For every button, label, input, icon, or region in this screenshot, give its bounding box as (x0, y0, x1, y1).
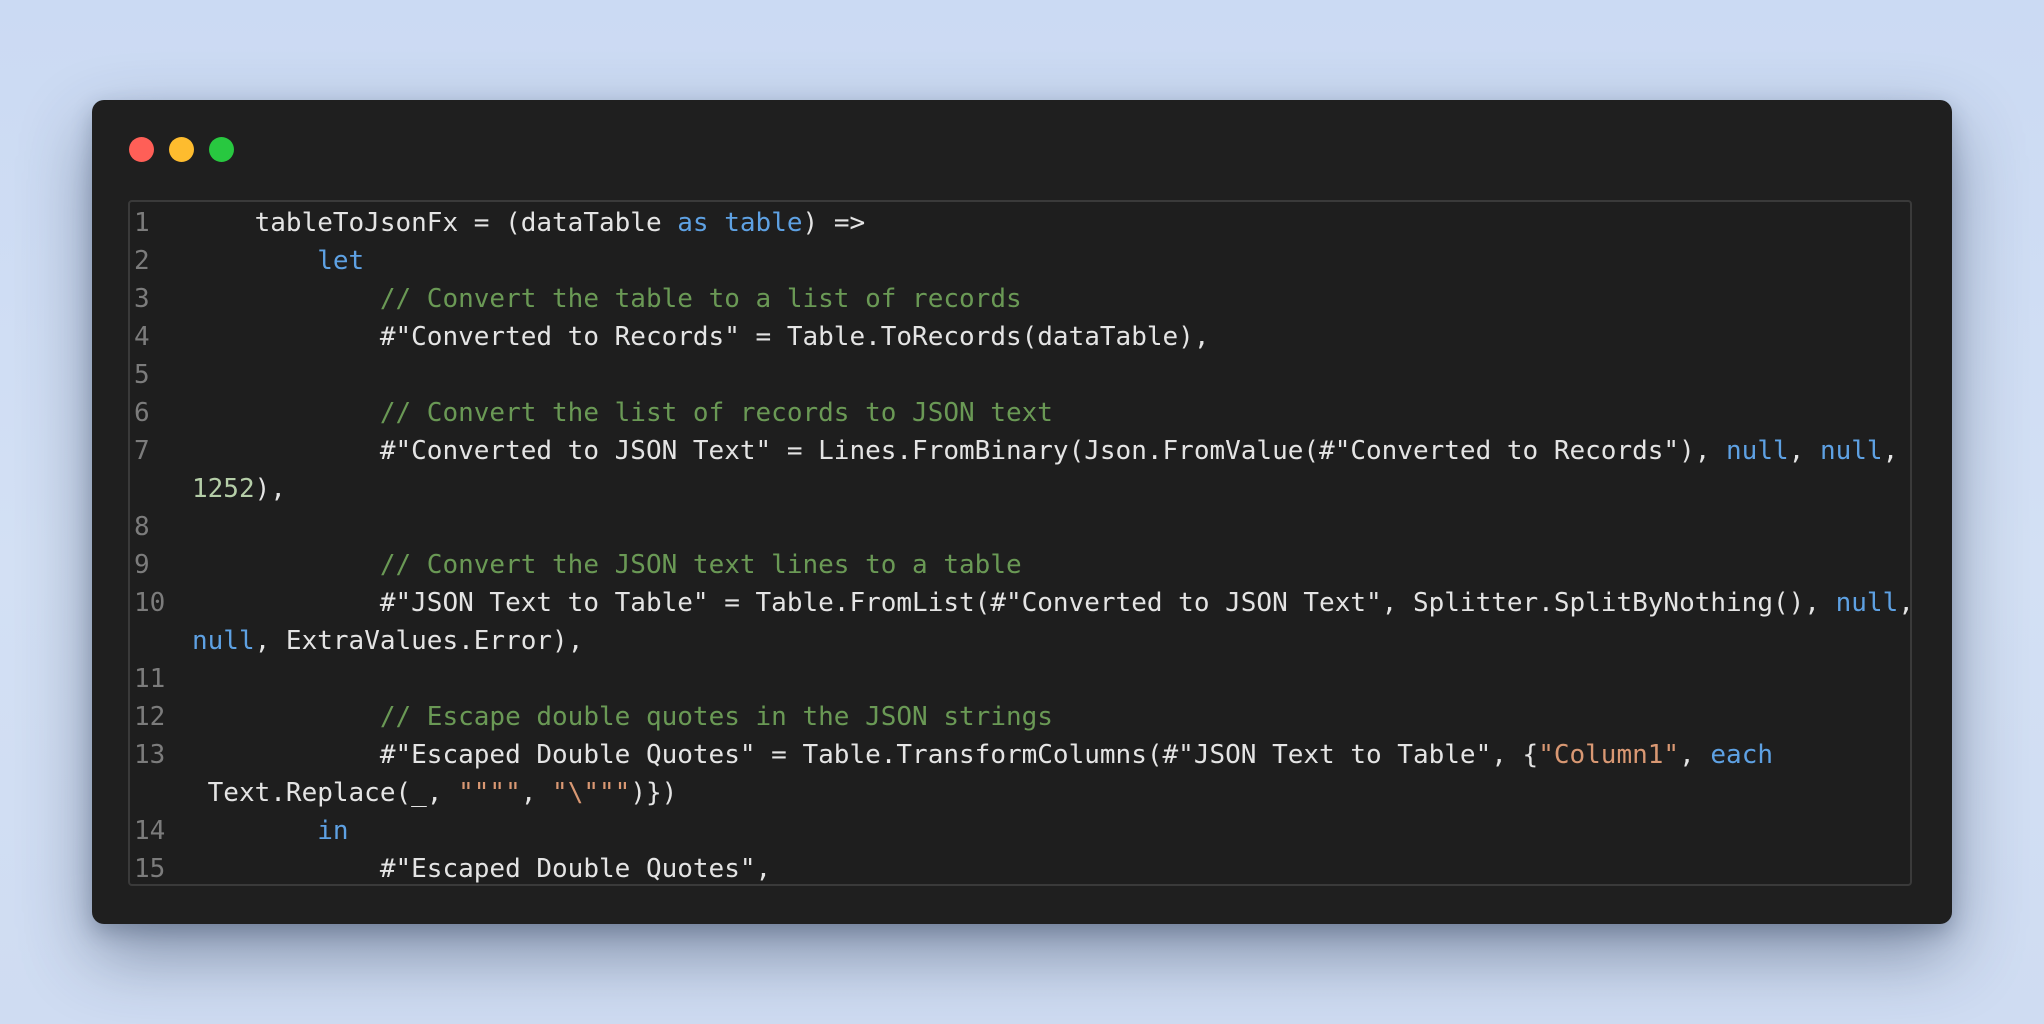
code-token: ), (254, 474, 286, 504)
code-token: // Escape double quotes in the JSON stri… (379, 702, 1053, 732)
code-line: 4 #"Converted to Records" = Table.ToReco… (130, 318, 1910, 356)
code-token: "Column1" (1538, 740, 1680, 770)
code-line: 6 // Convert the list of records to JSON… (130, 394, 1910, 432)
maximize-button[interactable] (209, 137, 234, 162)
code-token: #"Converted to Records" = Table.ToRecord… (192, 322, 1210, 352)
code-token: )}) (630, 778, 678, 808)
line-number: 5 (134, 360, 150, 390)
code-token: // Convert the table to a list of record… (379, 284, 1022, 314)
code-token: , (1882, 436, 1899, 466)
line-number: 1 (134, 208, 150, 238)
code-token: // Convert the JSON text lines to a tabl… (379, 550, 1022, 580)
code-line: 8 (130, 508, 1910, 546)
code-text: let (192, 242, 364, 280)
line-number: 4 (134, 322, 150, 352)
code-token: , (1679, 740, 1711, 770)
code-token: ) => (802, 208, 866, 238)
line-number: 7 (134, 436, 150, 466)
line-number: 8 (134, 512, 150, 542)
code-line: Text.Replace(_, """", "\""")}) (130, 774, 1910, 812)
code-token: , (520, 778, 553, 808)
code-text: Text.Replace(_, """", "\""")}) (192, 774, 678, 812)
code-text: // Convert the list of records to JSON t… (192, 394, 1053, 432)
code-token: in (317, 816, 349, 846)
code-token: null (1726, 436, 1789, 466)
code-token: #"Escaped Double Quotes", (192, 854, 772, 884)
code-token: null (192, 626, 255, 656)
line-number: 3 (134, 284, 150, 314)
code-token: as (677, 208, 709, 238)
code-text: tableToJsonFx = (dataTable as table) => (192, 204, 866, 242)
code-line: 3 // Convert the table to a list of reco… (130, 280, 1910, 318)
line-number: 6 (134, 398, 150, 428)
code-line: 2 let (130, 242, 1910, 280)
line-number: 12 (134, 702, 166, 732)
code-token: , (1788, 436, 1820, 466)
code-line: 10 #"JSON Text to Table" = Table.FromLis… (130, 584, 1910, 622)
code-token: table (724, 208, 803, 238)
code-text: #"Escaped Double Quotes", (192, 850, 772, 884)
code-line: 1252), (130, 470, 1910, 508)
code-token: #"Escaped Double Quotes" = Table.Transfo… (192, 740, 1539, 770)
code-token: Text.Replace(_, (192, 778, 459, 808)
close-button[interactable] (129, 137, 154, 162)
line-number: 15 (134, 854, 166, 884)
code-text: in (192, 812, 349, 850)
code-token: #"Converted to JSON Text" = Lines.FromBi… (192, 436, 1727, 466)
line-number: 10 (134, 588, 166, 618)
code-text: #"Escaped Double Quotes" = Table.Transfo… (192, 736, 1773, 774)
line-number: 14 (134, 816, 166, 846)
code-token: null (1835, 588, 1899, 618)
line-number: 2 (134, 246, 150, 276)
code-token: "\""" (552, 778, 631, 808)
code-line: 15 #"Escaped Double Quotes", (130, 850, 1910, 884)
code-line: 5 (130, 356, 1910, 394)
code-text: #"JSON Text to Table" = Table.FromList(#… (192, 584, 1910, 622)
line-number: 11 (134, 664, 166, 694)
code-line: 1 tableToJsonFx = (dataTable as table) =… (130, 204, 1910, 242)
code-token: 1252 (192, 474, 255, 504)
code-line: 14 in (130, 812, 1910, 850)
code-text: // Convert the table to a list of record… (192, 280, 1022, 318)
code-text: // Convert the JSON text lines to a tabl… (192, 546, 1022, 584)
line-number: 13 (134, 740, 166, 770)
code-token: , ExtraValues.Error), (254, 626, 584, 656)
code-editor: 1 tableToJsonFx = (dataTable as table) =… (128, 200, 1912, 886)
code-line: 11 (130, 660, 1910, 698)
code-token: null (1819, 436, 1883, 466)
code-token: tableToJsonFx = (dataTable (192, 208, 678, 238)
code-line: 9 // Convert the JSON text lines to a ta… (130, 546, 1910, 584)
code-line: 13 #"Escaped Double Quotes" = Table.Tran… (130, 736, 1910, 774)
code-text: #"Converted to Records" = Table.ToRecord… (192, 318, 1210, 356)
code-token: , (1898, 588, 1910, 618)
code-token: // Convert the list of records to JSON t… (379, 398, 1053, 428)
code-text: #"Converted to JSON Text" = Lines.FromBi… (192, 432, 1898, 470)
line-number: 9 (134, 550, 150, 580)
code-line: null, ExtraValues.Error), (130, 622, 1910, 660)
code-line: 12 // Escape double quotes in the JSON s… (130, 698, 1910, 736)
code-token: each (1710, 740, 1774, 770)
code-text: // Escape double quotes in the JSON stri… (192, 698, 1053, 736)
code-text: null, ExtraValues.Error), (192, 622, 583, 660)
code-line: 7 #"Converted to JSON Text" = Lines.From… (130, 432, 1910, 470)
code-token: """" (458, 778, 521, 808)
code-text: 1252), (192, 470, 286, 508)
minimize-button[interactable] (169, 137, 194, 162)
code-token: let (317, 246, 365, 276)
code-token: #"JSON Text to Table" = Table.FromList(#… (192, 588, 1836, 618)
